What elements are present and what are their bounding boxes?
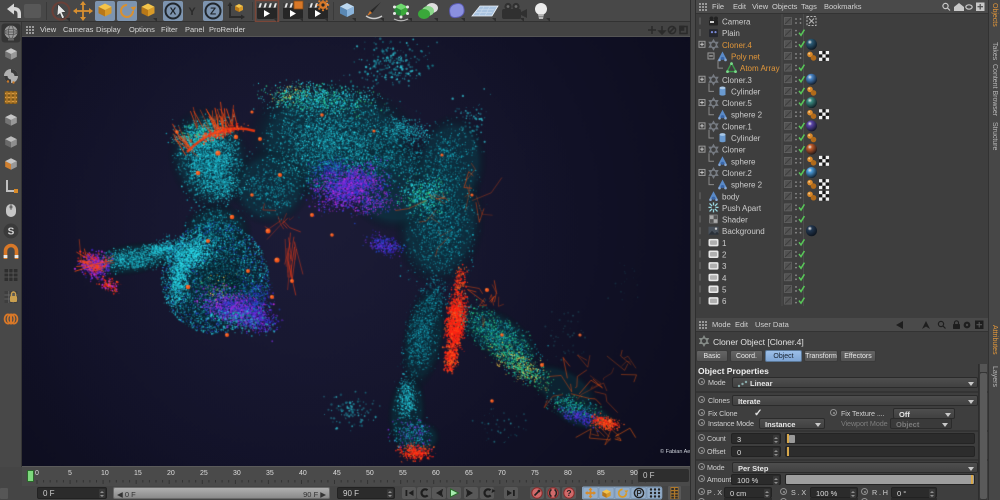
svg-text:1: 1	[722, 239, 727, 248]
svg-text:S: S	[8, 227, 15, 238]
svg-text:Cloner.5: Cloner.5	[722, 99, 752, 108]
svg-text:3: 3	[722, 262, 727, 271]
svg-text:body: body	[722, 192, 739, 201]
svg-text:Camera: Camera	[722, 18, 751, 27]
svg-text:Cloner.2: Cloner.2	[722, 169, 752, 178]
svg-text:Cylinder: Cylinder	[731, 87, 761, 96]
svg-text:Shader: Shader	[722, 216, 748, 225]
svg-text:Cloner: Cloner	[722, 146, 746, 155]
svg-text:Z: Z	[210, 7, 216, 18]
svg-text:sphere: sphere	[731, 157, 756, 166]
svg-text:P: P	[636, 489, 642, 498]
svg-text:6: 6	[722, 297, 727, 306]
svg-text:Background: Background	[722, 227, 765, 236]
svg-text:?: ?	[566, 488, 571, 498]
svg-text:Cylinder: Cylinder	[731, 134, 761, 143]
svg-text:X: X	[170, 7, 177, 18]
svg-text:Push Apart: Push Apart	[722, 204, 762, 213]
svg-text:Cloner.1: Cloner.1	[722, 122, 752, 131]
svg-text:Plain: Plain	[722, 29, 740, 38]
svg-text:Poly net: Poly net	[731, 52, 761, 61]
svg-text:4: 4	[722, 274, 727, 283]
svg-text:sphere 2: sphere 2	[731, 111, 763, 120]
svg-text:2: 2	[722, 251, 727, 260]
svg-text:Y: Y	[188, 6, 196, 18]
svg-text:5: 5	[722, 285, 727, 294]
svg-text:Cloner.4: Cloner.4	[722, 41, 752, 50]
svg-text:sphere 2: sphere 2	[731, 181, 763, 190]
svg-text:Cloner.3: Cloner.3	[722, 76, 752, 85]
svg-text:Atom Array: Atom Array	[740, 64, 780, 73]
